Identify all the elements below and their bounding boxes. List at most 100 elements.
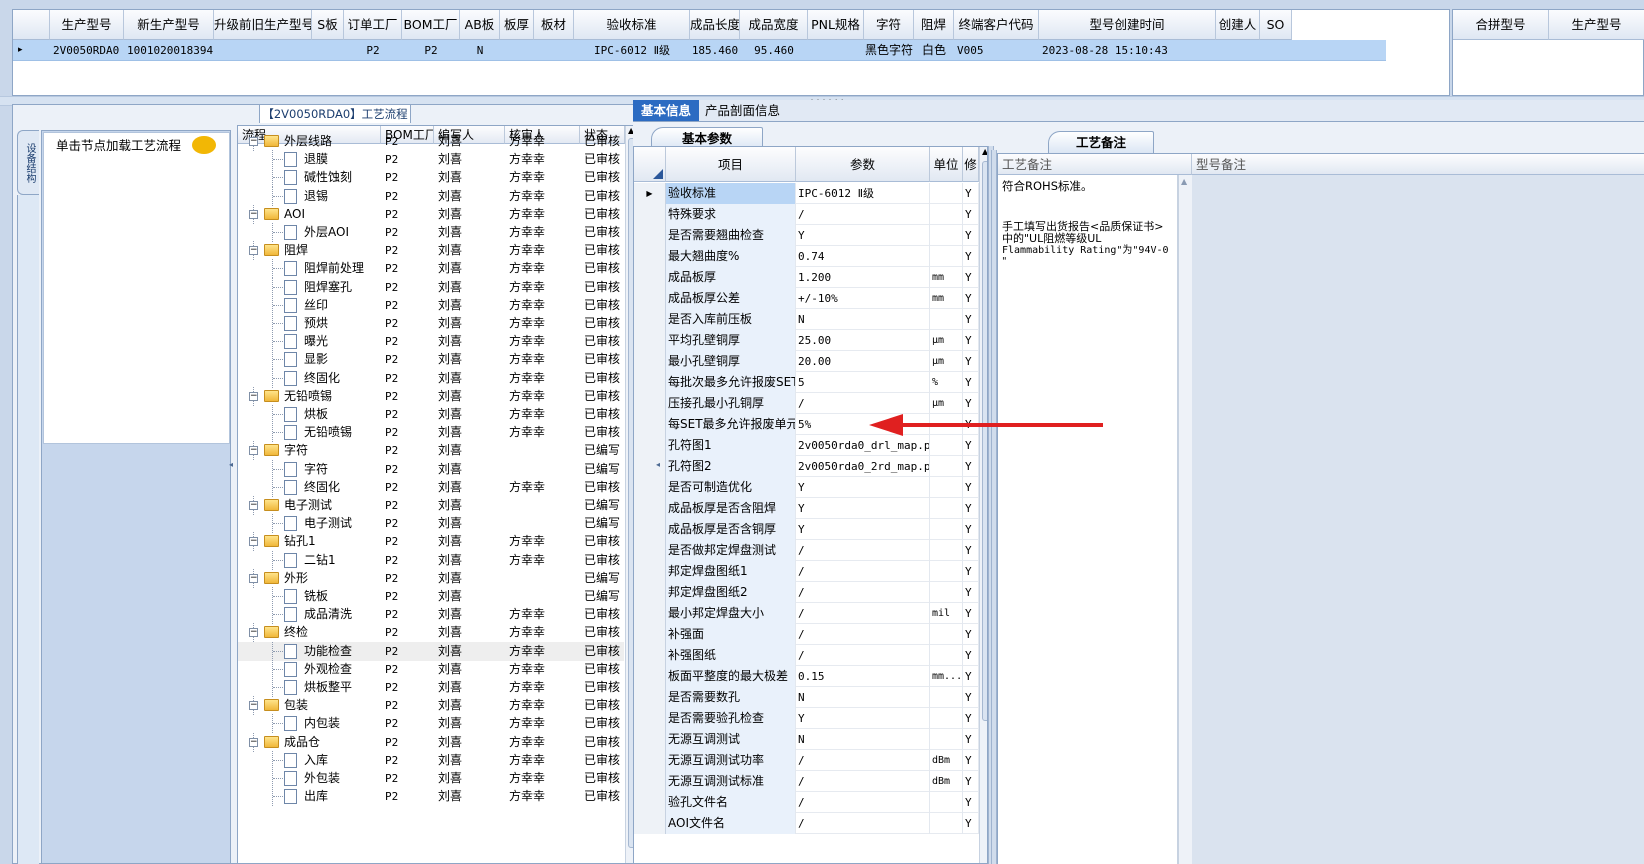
row-header[interactable] (634, 792, 666, 813)
cell-ab-board[interactable]: N (460, 40, 500, 61)
cell-model-created-time[interactable]: 2023-08-28 15:10:43 (1039, 40, 1216, 61)
row-header[interactable] (634, 435, 666, 456)
row-header[interactable] (634, 477, 666, 498)
header-model-created-time[interactable]: 型号创建时间 (1039, 10, 1216, 40)
tree-step-row[interactable]: 曝光 P2 刘喜 方幸幸 已审核 (238, 332, 624, 352)
tree-group-row[interactable]: − AOI P2 刘喜 方幸幸 已审核 (238, 204, 624, 224)
params-header-mod[interactable]: 修 (963, 147, 979, 182)
tree-step-row[interactable]: 烘板整平 P2 刘喜 方幸幸 已审核 (238, 678, 624, 697)
tree-step-row[interactable]: 碱性蚀刻 P2 刘喜 方幸幸 已审核 (238, 168, 624, 188)
param-row[interactable]: 特殊要求 / Y (634, 204, 979, 225)
row-header[interactable] (634, 372, 666, 393)
tree-step-row[interactable]: 内包装 P2 刘喜 方幸幸 已审核 (238, 714, 624, 734)
tree-group-row[interactable]: − 电子测试 P2 刘喜 已编写 (238, 496, 624, 515)
tab-device-structure[interactable]: 设备结构 (17, 130, 39, 195)
row-header[interactable] (634, 540, 666, 561)
header-ab-board[interactable]: AB板 (460, 10, 500, 40)
tree-step-row[interactable]: 二钻1 P2 刘喜 方幸幸 已审核 (238, 550, 624, 570)
header-character[interactable]: 字符 (864, 10, 914, 40)
cell-solder-mask[interactable]: 白色 (914, 40, 954, 61)
row-header[interactable] (634, 771, 666, 792)
node-load-card[interactable]: 单击节点加载工艺流程 (43, 132, 230, 444)
collapse-icon[interactable]: − (249, 501, 258, 510)
row-header[interactable] (634, 414, 666, 435)
row-header[interactable] (634, 708, 666, 729)
header-production-model[interactable]: 生产型号 (50, 10, 124, 40)
collapse-icon[interactable]: − (249, 137, 258, 146)
collapse-icon[interactable]: − (249, 446, 258, 456)
tree-step-row[interactable]: 功能检查 P2 刘喜 方幸幸 已审核 (238, 641, 624, 661)
row-header[interactable] (634, 288, 666, 309)
row-header[interactable] (634, 498, 666, 519)
remarks-header-model[interactable]: 型号备注 (1192, 154, 1644, 175)
collapse-icon[interactable]: − (249, 628, 258, 638)
tree-group-row[interactable]: − 包装 P2 刘喜 方幸幸 已审核 (238, 696, 624, 716)
param-row[interactable]: 成品板厚公差 +/-10% mm Y (634, 288, 979, 309)
param-row[interactable]: 验孔文件名 / Y (634, 792, 979, 813)
param-cell-value[interactable]: 0.15 (796, 666, 930, 687)
collapse-icon[interactable]: − (249, 701, 258, 711)
row-header[interactable] (634, 246, 666, 267)
param-row[interactable]: 最大翘曲度% 0.74 Y (634, 246, 979, 267)
row-header[interactable] (634, 561, 666, 582)
cell-finished-length[interactable]: 185.460 (690, 40, 740, 61)
param-row[interactable]: 补强图纸 / Y (634, 645, 979, 666)
remarks-splitter[interactable] (991, 150, 997, 864)
param-cell-value[interactable]: 0.74 (796, 246, 930, 267)
row-header[interactable] (634, 750, 666, 771)
param-row[interactable]: 成品板厚是否含铜厚 Y Y (634, 519, 979, 540)
param-cell-value[interactable]: N (796, 729, 930, 750)
param-cell-value[interactable]: / (796, 393, 930, 414)
model-remark-cell[interactable] (1192, 175, 1644, 864)
row-header[interactable] (634, 393, 666, 414)
header-old-production-model[interactable]: 升级前旧生产型号 (214, 10, 312, 40)
param-row[interactable]: 补强面 / Y (634, 624, 979, 645)
header-finished-length[interactable]: 成品长度 (690, 10, 740, 40)
param-cell-value[interactable]: / (796, 582, 930, 603)
tree-group-row[interactable]: − 钻孔1 P2 刘喜 方幸幸 已审核 (238, 532, 624, 552)
tree-step-row[interactable]: 电子测试 P2 刘喜 已编写 (238, 514, 624, 534)
param-row[interactable]: 是否做邦定焊盘测试 / Y (634, 540, 979, 561)
param-row[interactable]: 最小邦定焊盘大小 / mil Y (634, 603, 979, 624)
cell-old-production-model[interactable] (214, 40, 312, 61)
tree-step-row[interactable]: 阻焊前处理 P2 刘喜 方幸幸 已审核 (238, 259, 624, 279)
header-order-factory[interactable]: 订单工厂 (344, 10, 402, 40)
param-cell-value[interactable]: Y (796, 708, 930, 729)
tree-group-row[interactable]: − 外形 P2 刘喜 已编写 (238, 568, 624, 588)
param-row[interactable]: 无源互调测试功率 / dBm Y (634, 750, 979, 771)
param-row[interactable]: AOI文件名 / Y (634, 813, 979, 834)
row-header[interactable] (634, 666, 666, 687)
param-row[interactable]: 压接孔最小孔铜厚 / μm Y (634, 393, 979, 414)
cell-bom-factory[interactable]: P2 (402, 40, 460, 61)
param-cell-value[interactable]: / (796, 624, 930, 645)
param-row[interactable]: 是否需要数孔 N Y (634, 687, 979, 708)
row-header[interactable] (634, 267, 666, 288)
row-header[interactable] (634, 813, 666, 834)
cell-creator[interactable] (1216, 40, 1260, 61)
param-cell-value[interactable]: / (796, 645, 930, 666)
tab-process-remarks[interactable]: 工艺备注 (1048, 131, 1154, 153)
param-cell-value[interactable]: / (796, 771, 930, 792)
row-header[interactable] (634, 456, 666, 477)
param-cell-value[interactable]: 2v0050rda0_2rd_map.pdf (796, 456, 930, 477)
row-header[interactable] (634, 351, 666, 372)
tree-step-row[interactable]: 显影 P2 刘喜 方幸幸 已审核 (238, 350, 624, 370)
param-row[interactable]: 成品板厚 1.200 mm Y (634, 267, 979, 288)
param-cell-value[interactable]: / (796, 813, 930, 834)
process-remark-scrollbar[interactable]: ▲ (1178, 175, 1192, 864)
tree-step-row[interactable]: 外包装 P2 刘喜 方幸幸 已审核 (238, 769, 624, 788)
cell-order-factory[interactable]: P2 (344, 40, 402, 61)
params-header-value[interactable]: 参数 (796, 147, 930, 182)
param-cell-value[interactable]: N (796, 687, 930, 708)
params-scrollbar[interactable]: ▲ (979, 147, 987, 863)
collapse-icon[interactable]: − (249, 209, 258, 219)
header-solder-mask[interactable]: 阻焊 (914, 10, 954, 40)
param-row[interactable]: 孔符图2 2v0050rda0_2rd_map.pdf Y (634, 456, 979, 477)
param-row[interactable]: 最小孔壁铜厚 20.00 μm Y (634, 351, 979, 372)
header-so[interactable]: SO (1260, 10, 1292, 40)
tree-step-row[interactable]: 烘板 P2 刘喜 方幸幸 已审核 (238, 405, 624, 424)
tree-group-row[interactable]: − 成品仓 P2 刘喜 方幸幸 已审核 (238, 732, 624, 752)
param-row[interactable]: 每批次最多允许报废SET 5% Y (634, 372, 979, 393)
param-row[interactable]: 邦定焊盘图纸1/ Y (634, 561, 979, 582)
cell-pnl-spec[interactable] (808, 40, 864, 61)
